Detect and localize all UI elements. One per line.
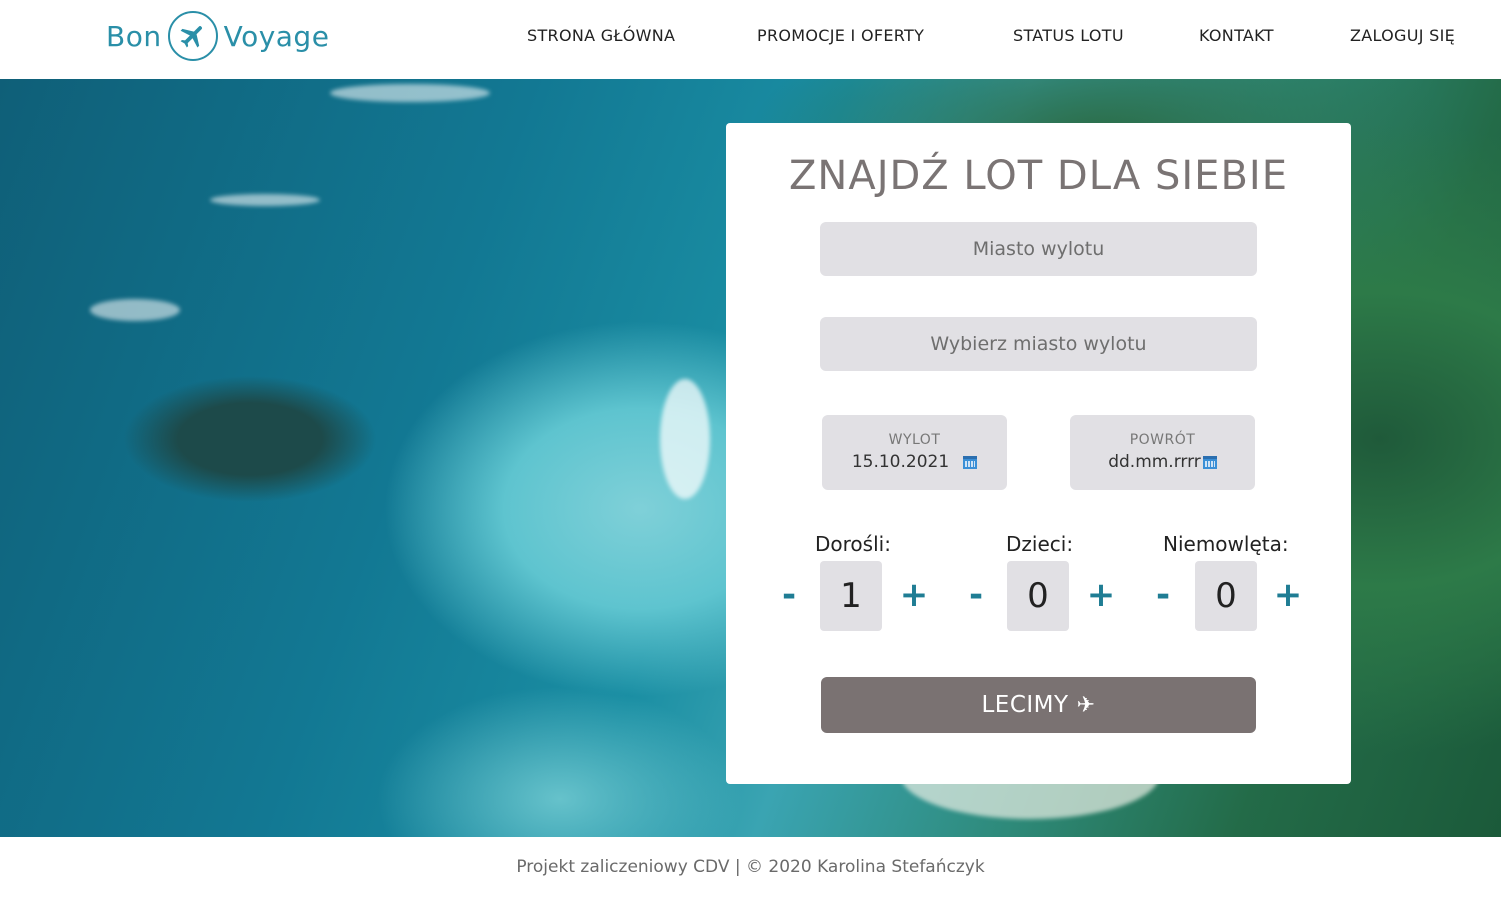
destination-city-input[interactable] bbox=[820, 317, 1257, 371]
search-flights-button[interactable]: LECIMY ✈ bbox=[821, 677, 1256, 733]
adults-count[interactable]: 1 bbox=[820, 561, 882, 631]
calendar-icon[interactable] bbox=[1202, 455, 1217, 469]
departure-date-field[interactable]: WYLOT 15.10.2021 bbox=[822, 415, 1007, 490]
site-header: Bon Voyage STRONA GŁÓWNA PROMOCJE I OFER… bbox=[0, 0, 1501, 79]
hero-background-image: ZNAJDŹ LOT DLA SIEBIE WYLOT 15.10.2021 P… bbox=[0, 79, 1501, 837]
children-count[interactable]: 0 bbox=[1007, 561, 1069, 631]
departure-date-label: WYLOT bbox=[888, 432, 941, 448]
calendar-icon[interactable] bbox=[963, 455, 978, 469]
nav-home[interactable]: STRONA GŁÓWNA bbox=[527, 26, 675, 45]
adults-label: Dorośli: bbox=[815, 532, 891, 556]
departure-date-value: 15.10.2021 bbox=[851, 452, 950, 472]
return-date-value: dd.mm.rrrr bbox=[1108, 452, 1201, 472]
return-date-field[interactable]: POWRÓT dd.mm.rrrr bbox=[1070, 415, 1255, 490]
nav-login[interactable]: ZALOGUJ SIĘ bbox=[1350, 26, 1455, 45]
flight-search-form: ZNAJDŹ LOT DLA SIEBIE WYLOT 15.10.2021 P… bbox=[726, 123, 1351, 784]
main-nav: STRONA GŁÓWNA PROMOCJE I OFERTY STATUS L… bbox=[0, 26, 1501, 50]
wave-foam bbox=[210, 194, 320, 206]
wave-foam bbox=[90, 299, 180, 321]
return-date-label: POWRÓT bbox=[1129, 432, 1196, 448]
adults-increment-button[interactable]: + bbox=[894, 575, 934, 615]
nav-contact[interactable]: KONTAKT bbox=[1199, 26, 1274, 45]
infants-count[interactable]: 0 bbox=[1195, 561, 1257, 631]
nav-promotions[interactable]: PROMOCJE I OFERTY bbox=[757, 26, 924, 45]
children-label: Dzieci: bbox=[1006, 532, 1074, 556]
site-footer: Projekt zaliczeniowy CDV | © 2020 Karoli… bbox=[516, 857, 985, 877]
infants-increment-button[interactable]: + bbox=[1268, 575, 1308, 615]
infants-label: Niemowlęta: bbox=[1163, 532, 1289, 556]
wave-foam bbox=[330, 84, 490, 102]
adults-decrement-button[interactable]: - bbox=[769, 575, 809, 615]
beach-shore bbox=[660, 379, 710, 499]
children-decrement-button[interactable]: - bbox=[956, 575, 996, 615]
airplane-icon: ✈ bbox=[1076, 692, 1096, 718]
departure-city-input[interactable] bbox=[820, 222, 1257, 276]
nav-flight-status[interactable]: STATUS LOTU bbox=[1013, 26, 1124, 45]
children-increment-button[interactable]: + bbox=[1081, 575, 1121, 615]
search-flights-label: LECIMY bbox=[981, 692, 1069, 718]
infants-decrement-button[interactable]: - bbox=[1143, 575, 1183, 615]
form-title: ZNAJDŹ LOT DLA SIEBIE bbox=[789, 153, 1288, 199]
